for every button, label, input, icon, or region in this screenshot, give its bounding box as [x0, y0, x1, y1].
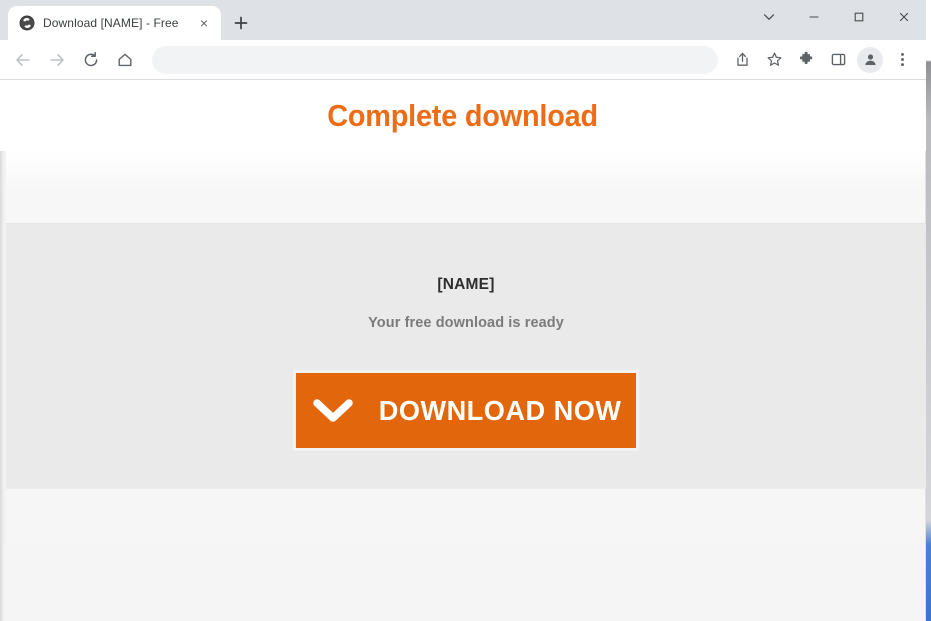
- browser-toolbar: [0, 40, 926, 80]
- page-title: Complete download: [327, 97, 599, 133]
- tab-title: Download [NAME] - Free: [43, 16, 179, 30]
- window-controls: [746, 0, 926, 34]
- download-now-button[interactable]: DOWNLOAD NOW: [293, 370, 639, 451]
- minimize-button[interactable]: [791, 0, 836, 34]
- person-icon: [864, 54, 876, 65]
- chevron-down-icon: [313, 398, 353, 424]
- star-icon: [767, 52, 781, 66]
- home-button[interactable]: [110, 45, 140, 75]
- browser-menu-button[interactable]: [888, 46, 916, 74]
- forward-button[interactable]: [42, 45, 72, 75]
- tab-strip: Download [NAME] - Free ×: [0, 0, 926, 40]
- page-header-band: Complete download: [0, 80, 926, 151]
- back-button[interactable]: [8, 45, 38, 75]
- share-button[interactable]: [728, 46, 756, 74]
- address-bar[interactable]: [152, 45, 718, 74]
- browser-tab[interactable]: Download [NAME] - Free ×: [8, 6, 221, 40]
- more-vertical-icon: [900, 52, 904, 67]
- share-icon: [736, 52, 748, 66]
- chevron-down-icon: [763, 14, 774, 20]
- page-viewport: Complete download [NAME] Your free downl…: [0, 80, 926, 621]
- puzzle-icon: [799, 51, 812, 65]
- tab-search-button[interactable]: [746, 0, 791, 34]
- arrow-right-icon: [50, 53, 64, 66]
- profile-button[interactable]: [857, 46, 883, 73]
- maximize-button[interactable]: [836, 0, 881, 34]
- reload-icon: [84, 51, 98, 66]
- home-icon: [118, 53, 132, 66]
- download-card: [NAME] Your free download is ready DOWNL…: [6, 223, 926, 489]
- side-panel-icon: [831, 53, 845, 66]
- browser-window: Download [NAME] - Free × Complete downlo…: [0, 0, 926, 621]
- download-now-label: DOWNLOAD NOW: [378, 394, 622, 426]
- minimize-icon: [808, 16, 819, 18]
- plus-icon: [234, 16, 248, 30]
- desktop-background-strip: [926, 0, 931, 621]
- close-button[interactable]: [881, 0, 926, 34]
- maximize-icon: [854, 12, 863, 22]
- globe-icon: [19, 15, 35, 31]
- extensions-button[interactable]: [792, 46, 820, 74]
- close-icon: [899, 12, 908, 22]
- arrow-left-icon: [16, 53, 30, 66]
- page-body: [NAME] Your free download is ready DOWNL…: [0, 151, 926, 621]
- file-name: [NAME]: [437, 276, 495, 293]
- new-tab-button[interactable]: [227, 9, 255, 37]
- ready-status-text: Your free download is ready: [368, 315, 564, 331]
- bookmark-button[interactable]: [760, 46, 788, 74]
- side-panel-button[interactable]: [824, 46, 852, 74]
- close-icon[interactable]: ×: [195, 14, 213, 32]
- reload-button[interactable]: [76, 45, 106, 75]
